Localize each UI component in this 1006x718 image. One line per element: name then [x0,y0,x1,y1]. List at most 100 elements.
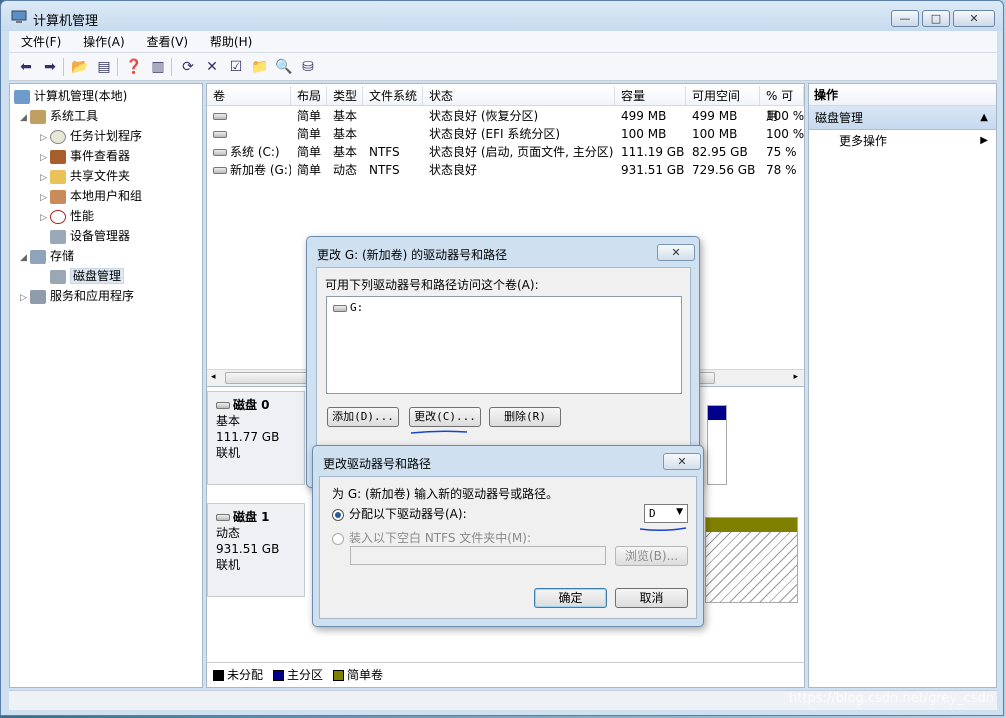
cell-type: 基本 [333,145,358,159]
list-item[interactable]: G: [333,301,363,314]
tree-item-local-users[interactable]: ▷ 本地用户和组 [40,186,142,206]
tree-item-system-tools[interactable]: ◢ 系统工具 [20,106,98,126]
underline-annotation [639,527,687,532]
drive-icon [213,131,227,138]
col-type[interactable]: 类型 [327,86,363,105]
col-capacity[interactable]: 容量 [615,86,686,105]
dialog-close-button[interactable]: ✕ [663,453,701,470]
expand-icon[interactable]: ▷ [40,208,50,228]
open-folder-icon[interactable]: 📁 [249,56,271,78]
forward-icon[interactable]: ➡ [39,56,61,78]
tree-item-task-scheduler[interactable]: ▷ 任务计划程序 [40,126,142,146]
dialog-close-button[interactable]: ✕ [657,244,695,261]
radio-selected-icon[interactable] [332,508,344,521]
tree-item-storage[interactable]: ◢ 存储 [20,246,74,266]
cell-capacity: 100 MB [621,127,667,141]
up-folder-icon[interactable]: 📂 [69,56,91,78]
maximize-button[interactable]: □ [922,10,950,27]
tree-item-shared-folders[interactable]: ▷ 共享文件夹 [40,166,130,186]
add-button[interactable]: 添加(D)... [327,407,399,427]
table-row[interactable]: 简单 基本 状态良好 (恢复分区) 499 MB 499 MB 100 % [207,107,804,125]
table-row[interactable]: 系统 (C:) 简单 基本 NTFS 状态良好 (启动, 页面文件, 主分区) … [207,143,804,161]
expand-icon[interactable]: ▷ [40,188,50,208]
tree-item-services-apps[interactable]: ▷ 服务和应用程序 [20,286,134,306]
show-hide-tree-icon[interactable]: ▤ [93,56,115,78]
col-layout[interactable]: 布局 [291,86,327,105]
remove-button[interactable]: 删除(R) [489,407,561,427]
col-volume[interactable]: 卷 [207,86,291,105]
collapse-up-icon[interactable]: ▲ [980,106,988,130]
show-hide-action-pane-icon[interactable]: ▥ [147,56,169,78]
back-icon[interactable]: ⬅ [15,56,37,78]
disk-0-info[interactable]: 磁盘 0 基本 111.77 GB 联机 [207,391,305,485]
simple-volume-block[interactable] [705,517,798,603]
title-bar[interactable]: 计算机管理 — □ ✕ [1,1,1003,31]
shared-folder-icon [50,169,66,184]
search-icon[interactable]: 🔍 [273,56,295,78]
tree-root[interactable]: 计算机管理(本地) [14,86,127,106]
change-button[interactable]: 更改(C)... [409,407,481,427]
expand-icon[interactable]: ▷ [40,148,50,168]
scroll-left-icon[interactable]: ◂ [211,372,216,382]
drive-path-list[interactable]: G: [326,296,682,394]
actions-section-disk-management[interactable]: 磁盘管理 ▲ [809,106,996,130]
chevron-down-icon[interactable]: ▼ [676,507,683,517]
mount-folder-option[interactable]: 装入以下空白 NTFS 文件夹中(M): [332,529,531,546]
collapse-icon[interactable]: ◢ [20,108,30,128]
scroll-right-icon[interactable]: ▸ [793,372,798,382]
cell-percent-free: 78 % [766,163,797,177]
close-button[interactable]: ✕ [953,10,995,27]
disk-icon [216,402,230,409]
expand-icon[interactable]: ▷ [40,168,50,188]
cell-status: 状态良好 (恢复分区) [429,109,539,123]
disk-1-info[interactable]: 磁盘 1 动态 931.51 GB 联机 [207,503,305,597]
tools-icon [30,109,46,124]
assign-letter-option[interactable]: 分配以下驱动器号(A): [332,505,467,522]
radio-unselected-icon[interactable] [332,532,344,545]
delete-icon[interactable]: ✕ [201,56,223,78]
browse-button[interactable]: 浏览(B)... [615,546,688,566]
actions-header: 操作 [809,84,996,106]
change-drive-letter-sub-dialog: 更改驱动器号和路径 ✕ 为 G: (新加卷) 输入新的驱动器号或路径。 分配以下… [312,445,704,627]
disk-size: 931.51 GB [216,542,280,556]
refresh-icon[interactable]: ⟳ [177,56,199,78]
ok-button[interactable]: 确定 [534,588,607,608]
mount-folder-path-input[interactable] [350,546,606,565]
drive-letter-select[interactable]: D ▼ [644,504,688,523]
drive-icon [213,149,227,156]
tree-item-device-manager[interactable]: 设备管理器 [50,226,130,246]
col-free-space[interactable]: 可用空间 [686,86,760,105]
more-actions-item[interactable]: 更多操作 ▶ [809,130,996,152]
minimize-button[interactable]: — [891,10,919,27]
navigation-tree: 计算机管理(本地) ◢ 系统工具 ▷ 任务计划程序 ▷ 事件查看器 ▷ 共享文件夹 ▷ 本… [9,83,203,688]
cell-type: 基本 [333,127,358,141]
col-percent-free[interactable]: % 可用 [760,86,804,123]
tree-item-disk-management[interactable]: 磁盘管理 [50,266,125,286]
cell-layout: 简单 [297,109,322,123]
dialog-title: 更改驱动器号和路径 [323,457,432,471]
cell-status: 状态良好 (启动, 页面文件, 主分区) [429,145,614,159]
menu-file[interactable]: 文件(F) [9,31,67,53]
expand-icon[interactable]: ▷ [40,128,50,148]
table-row[interactable]: 新加卷 (G:) 简单 动态 NTFS 状态良好 931.51 GB 729.5… [207,161,804,179]
col-status[interactable]: 状态 [423,86,615,105]
properties-icon[interactable]: ☑ [225,56,247,78]
tree-item-performance[interactable]: ▷ 性能 [40,206,94,226]
tree-item-event-viewer[interactable]: ▷ 事件查看器 [40,146,130,166]
storage-icon [30,249,46,264]
toolbar: ⬅ ➡ 📂 ▤ ❓ ▥ ⟳ ✕ ☑ 📁 🔍 ⛁ [9,53,997,81]
menu-action[interactable]: 操作(A) [71,31,131,53]
help-icon[interactable]: ❓ [123,56,145,78]
cancel-button[interactable]: 取消 [615,588,688,608]
table-row[interactable]: 简单 基本 状态良好 (EFI 系统分区) 100 MB 100 MB 100 … [207,125,804,143]
collapse-icon[interactable]: ◢ [20,248,30,268]
menu-help[interactable]: 帮助(H) [198,31,258,53]
partition-block[interactable] [707,405,727,485]
drive-icon [333,304,347,312]
toolbar-separator [63,57,67,76]
col-filesystem[interactable]: 文件系统 [363,86,423,105]
users-icon [50,189,66,204]
menu-view[interactable]: 查看(V) [135,31,195,53]
expand-icon[interactable]: ▷ [20,288,30,308]
disk-settings-icon[interactable]: ⛁ [297,56,319,78]
